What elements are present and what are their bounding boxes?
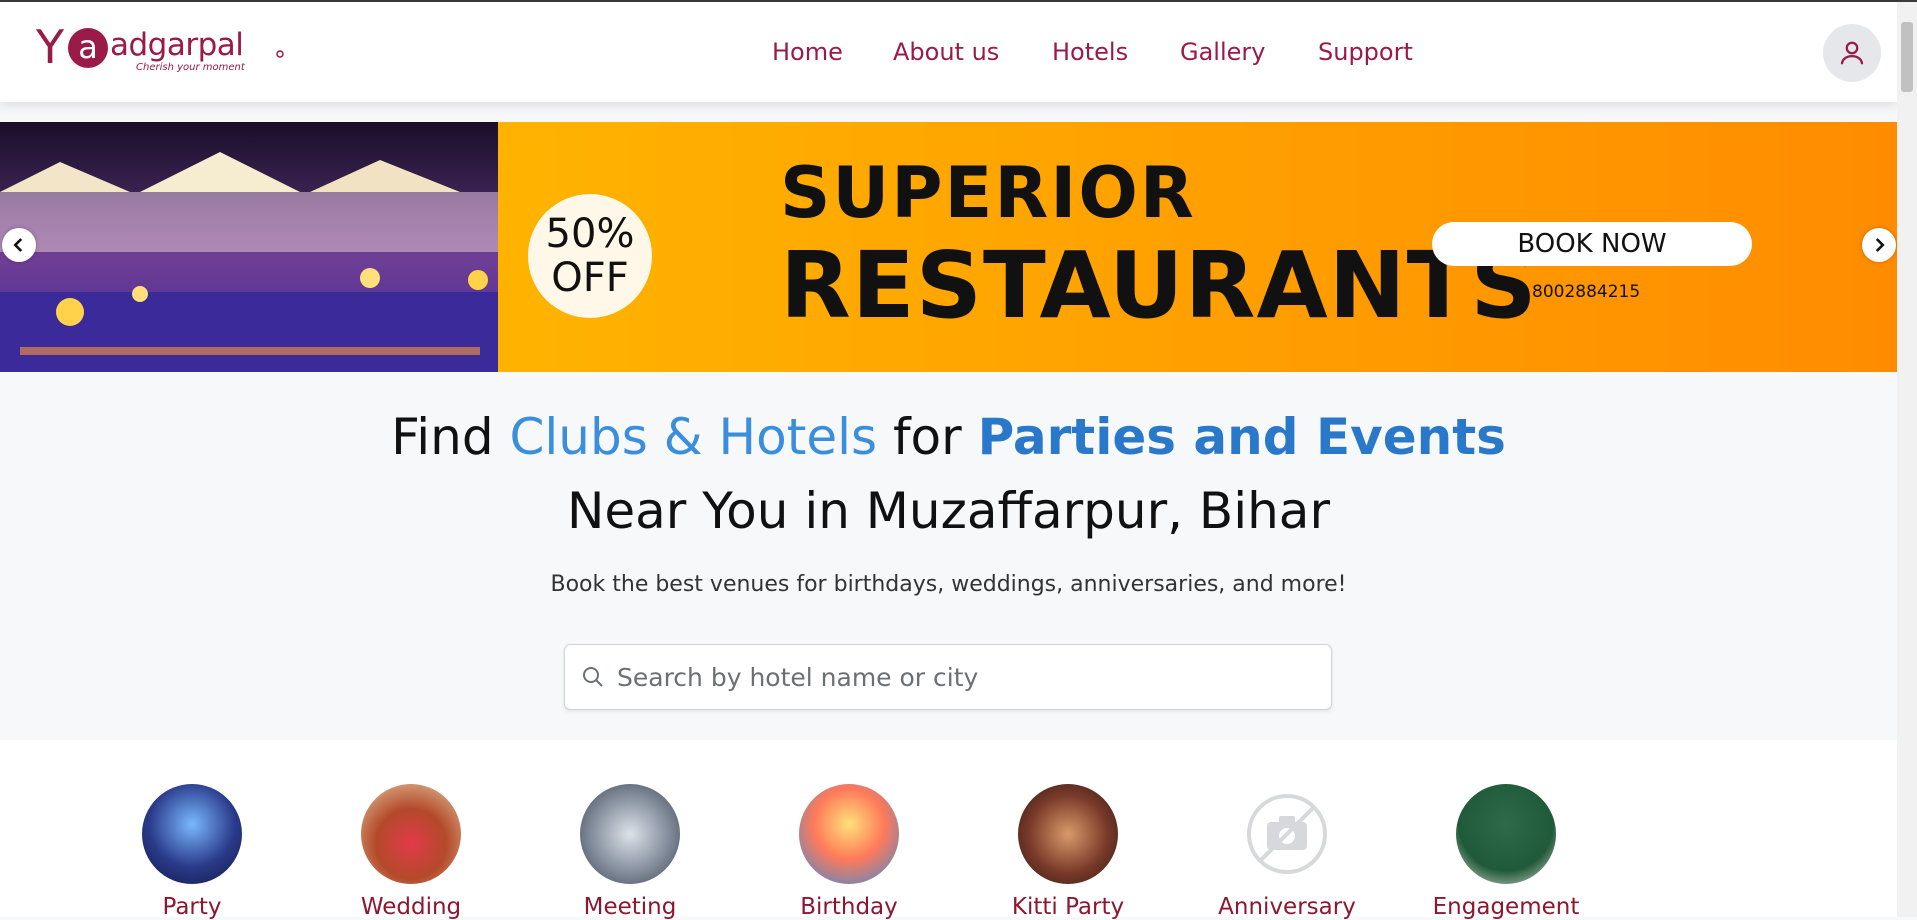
category-kitti-party[interactable]: Kitti Party: [968, 784, 1168, 920]
carousel-prev-button[interactable]: [2, 228, 36, 262]
banner-book-now-button[interactable]: BOOK NOW: [1432, 222, 1752, 266]
nav-about-us[interactable]: About us: [893, 38, 999, 66]
promo-carousel: 50% OFF SUPERIOR RESTAURANTS BOOK NOW 80…: [0, 122, 1897, 372]
banner-discount-badge: 50% OFF: [528, 194, 652, 318]
camera-placeholder-icon: [1247, 794, 1327, 874]
chevron-right-icon: [1875, 238, 1885, 252]
site-header: Y a adgarpal .com Cherish your moment Ho…: [0, 2, 1897, 102]
banner-headline-bottom: RESTAURANTS: [780, 232, 1538, 339]
kitti-party-photo: [1018, 784, 1118, 884]
category-list: Party Wedding Meeting Birthday Kitti Par…: [0, 740, 1897, 920]
logo-com-mark: .com: [276, 50, 284, 58]
party-photo: [142, 784, 242, 884]
category-party[interactable]: Party: [92, 784, 292, 920]
search-input[interactable]: [615, 645, 1319, 709]
banner-phone: 8002884215: [1532, 282, 1641, 302]
category-engagement[interactable]: Engagement: [1406, 784, 1606, 920]
page-scrollbar[interactable]: [1897, 2, 1917, 917]
category-anniversary[interactable]: Anniversary: [1187, 784, 1387, 920]
chevron-left-icon: [13, 238, 23, 252]
banner-party-photo: [0, 122, 498, 372]
meeting-photo: [580, 784, 680, 884]
carousel-next-button[interactable]: [1862, 228, 1896, 262]
banner-headline-top: SUPERIOR: [780, 152, 1196, 234]
brand-logo[interactable]: Y a adgarpal .com Cherish your moment: [36, 22, 284, 78]
engagement-photo: [1456, 784, 1556, 884]
brand-tagline: Cherish your moment: [136, 62, 245, 73]
search-box[interactable]: [564, 644, 1332, 710]
hero-section: Find Clubs & Hotels for Parties and Even…: [0, 372, 1897, 740]
scrollbar-thumb[interactable]: [1901, 22, 1913, 92]
profile-button[interactable]: [1823, 24, 1881, 82]
wedding-photo: [361, 784, 461, 884]
search-icon: [583, 667, 603, 687]
nav-hotels[interactable]: Hotels: [1052, 38, 1128, 66]
hero-subtitle: Book the best venues for birthdays, wedd…: [550, 572, 1347, 597]
category-meeting[interactable]: Meeting: [530, 784, 730, 920]
category-birthday[interactable]: Birthday: [749, 784, 949, 920]
hero-headline-line1: Find Clubs & Hotels for Parties and Even…: [391, 408, 1506, 466]
birthday-photo: [799, 784, 899, 884]
hero-headline-line2: Near You in Muzaffarpur, Bihar: [566, 482, 1330, 540]
category-wedding[interactable]: Wedding: [311, 784, 511, 920]
nav-support[interactable]: Support: [1318, 38, 1413, 66]
nav-home[interactable]: Home: [772, 38, 843, 66]
user-icon: [1840, 41, 1864, 65]
nav-gallery[interactable]: Gallery: [1180, 38, 1265, 66]
